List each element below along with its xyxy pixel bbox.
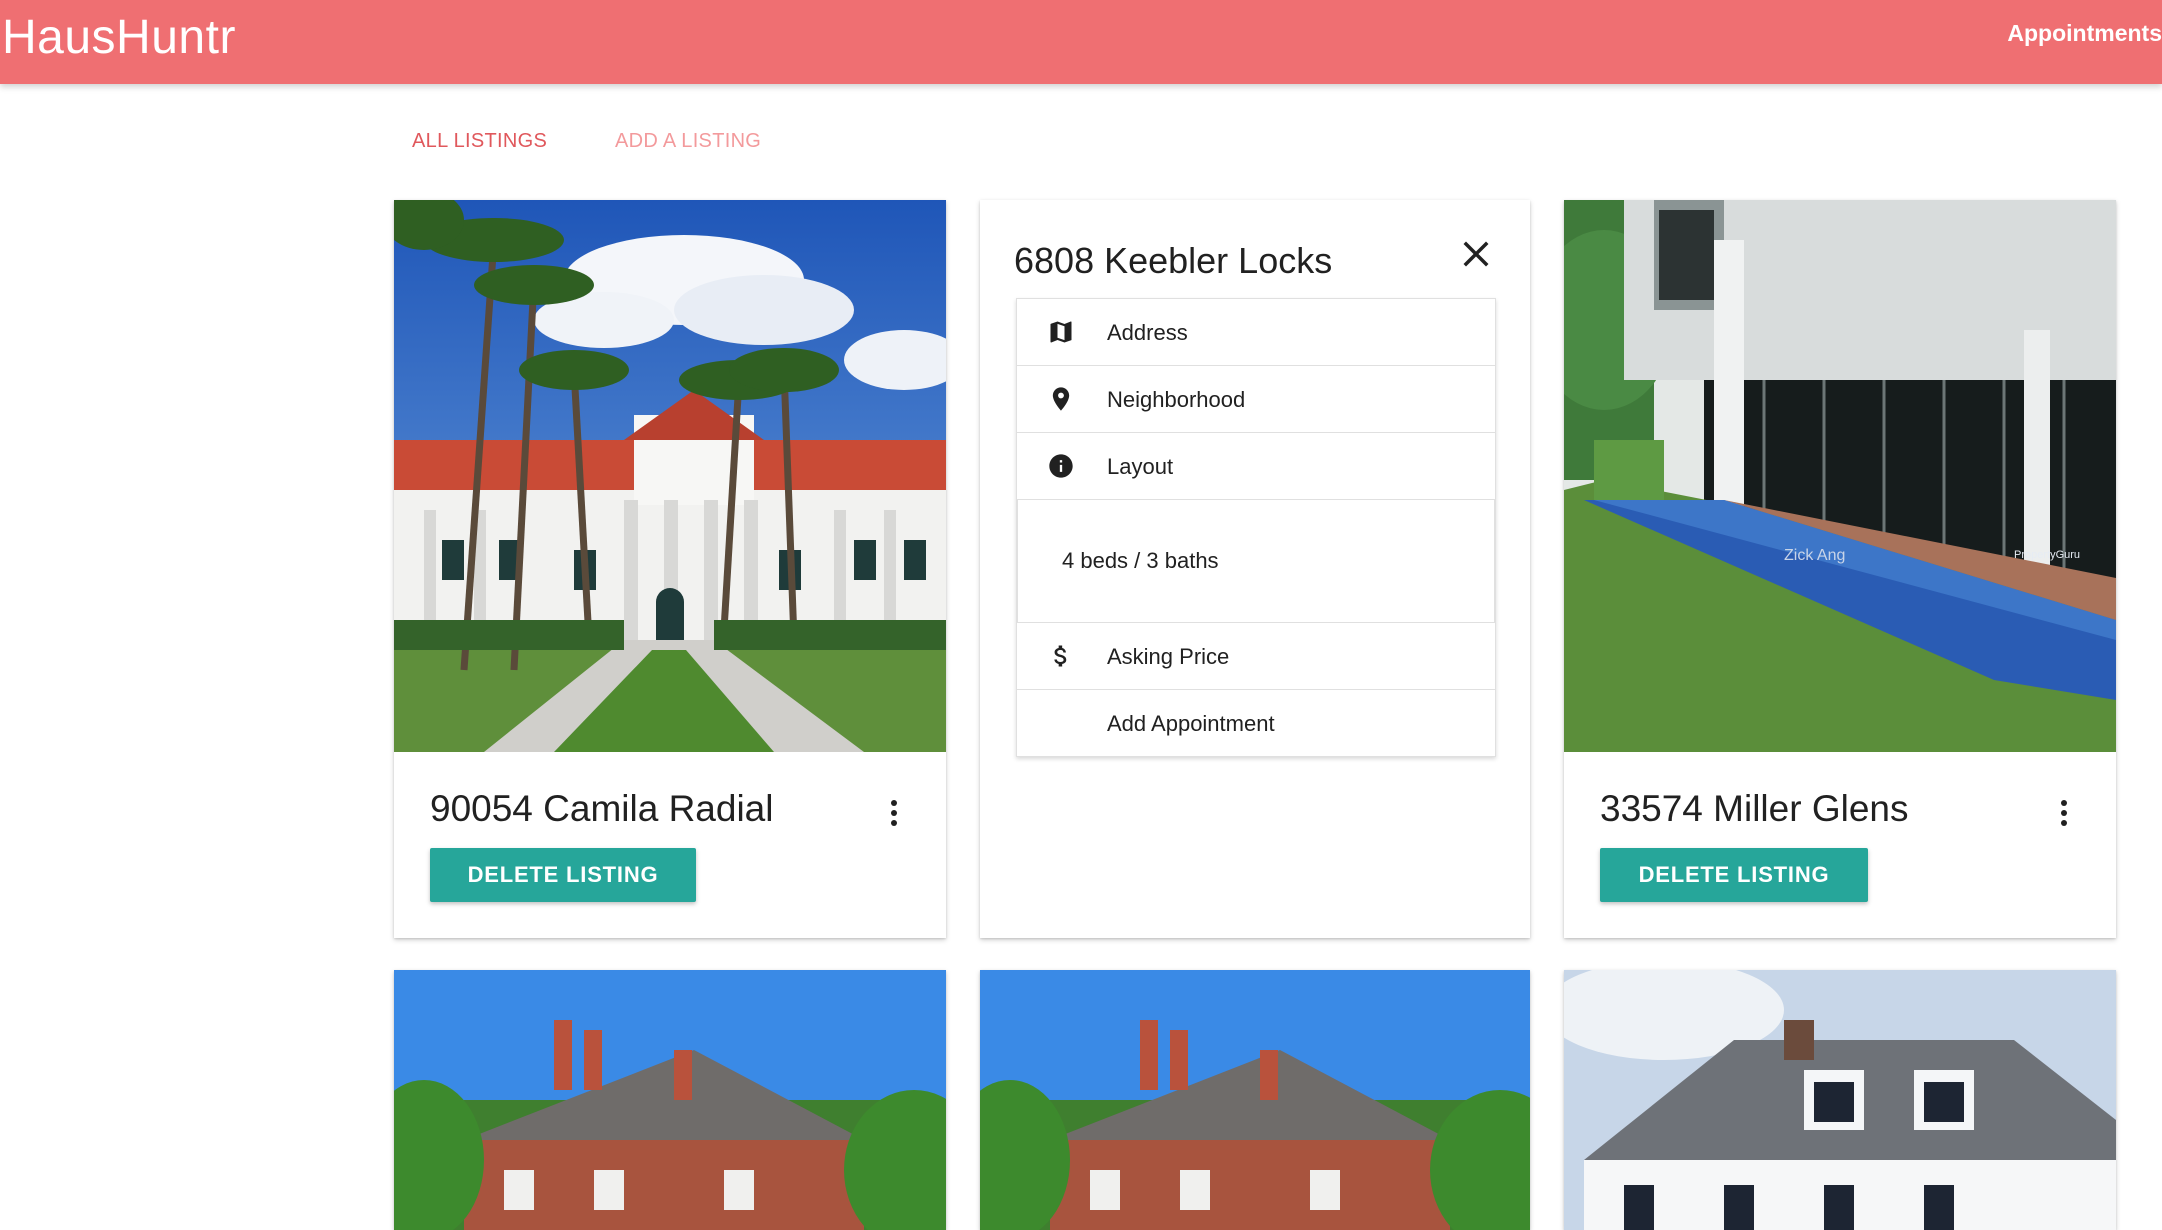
map-icon xyxy=(1047,318,1075,346)
listing-details-list: Address Neighborhood Layout 4 beds / 3 b… xyxy=(1016,298,1496,757)
tab-all-listings[interactable]: ALL LISTINGS xyxy=(412,130,547,153)
location-pin-icon xyxy=(1047,385,1075,413)
photo-watermark: Zick Ang xyxy=(1784,547,1845,564)
brand-logo[interactable]: HausHuntr xyxy=(2,10,236,65)
nav-link-appointments[interactable]: Appointments xyxy=(2007,20,2162,47)
listing-photo[interactable] xyxy=(1564,970,2116,1230)
layout-detail-panel: 4 beds / 3 baths xyxy=(1017,499,1495,623)
photo-brand: PropertyGuru xyxy=(2014,549,2080,561)
tab-add-listing[interactable]: ADD A LISTING xyxy=(615,130,761,153)
listing-title: 90054 Camila Radial xyxy=(430,788,774,829)
listing-card: 90054 Camila Radial DELETE LISTING xyxy=(394,200,946,938)
listing-photo[interactable] xyxy=(980,970,1530,1230)
listing-photo[interactable]: Zick Ang PropertyGuru xyxy=(1564,200,2116,752)
more-vert-icon[interactable] xyxy=(2054,800,2074,828)
detail-label: Asking Price xyxy=(1107,644,1230,669)
listing-photo[interactable] xyxy=(394,200,946,752)
listing-title: 6808 Keebler Locks xyxy=(1014,240,1333,281)
detail-label: Neighborhood xyxy=(1107,387,1246,412)
delete-listing-button[interactable]: DELETE LISTING xyxy=(1600,848,1868,902)
detail-row-asking-price[interactable]: Asking Price xyxy=(1017,623,1495,690)
listing-card xyxy=(1564,970,2116,1230)
listing-photo[interactable] xyxy=(394,970,946,1230)
layout-value: 4 beds / 3 baths xyxy=(1062,548,1219,573)
app-bar: HausHuntr Appointments xyxy=(0,0,2162,84)
listing-card xyxy=(394,970,946,1230)
detail-label: Address xyxy=(1107,320,1188,345)
close-icon[interactable] xyxy=(1460,238,1492,270)
detail-row-layout[interactable]: Layout xyxy=(1017,433,1495,500)
detail-row-neighborhood[interactable]: Neighborhood xyxy=(1017,366,1495,433)
listing-card: Zick Ang PropertyGuru 33574 Miller Glens… xyxy=(1564,200,2116,938)
listing-card xyxy=(980,970,1530,1230)
dollar-icon xyxy=(1047,642,1075,670)
listing-card-details: 6808 Keebler Locks Address Neighborhood … xyxy=(980,200,1530,938)
detail-label: Layout xyxy=(1107,454,1174,479)
detail-label: Add Appointment xyxy=(1107,711,1275,736)
info-icon xyxy=(1047,452,1075,480)
add-appointment-row[interactable]: Add Appointment xyxy=(1017,690,1495,756)
detail-row-address[interactable]: Address xyxy=(1017,299,1495,366)
delete-listing-button[interactable]: DELETE LISTING xyxy=(430,848,696,902)
listing-title: 33574 Miller Glens xyxy=(1600,788,1909,829)
more-vert-icon[interactable] xyxy=(884,800,904,828)
